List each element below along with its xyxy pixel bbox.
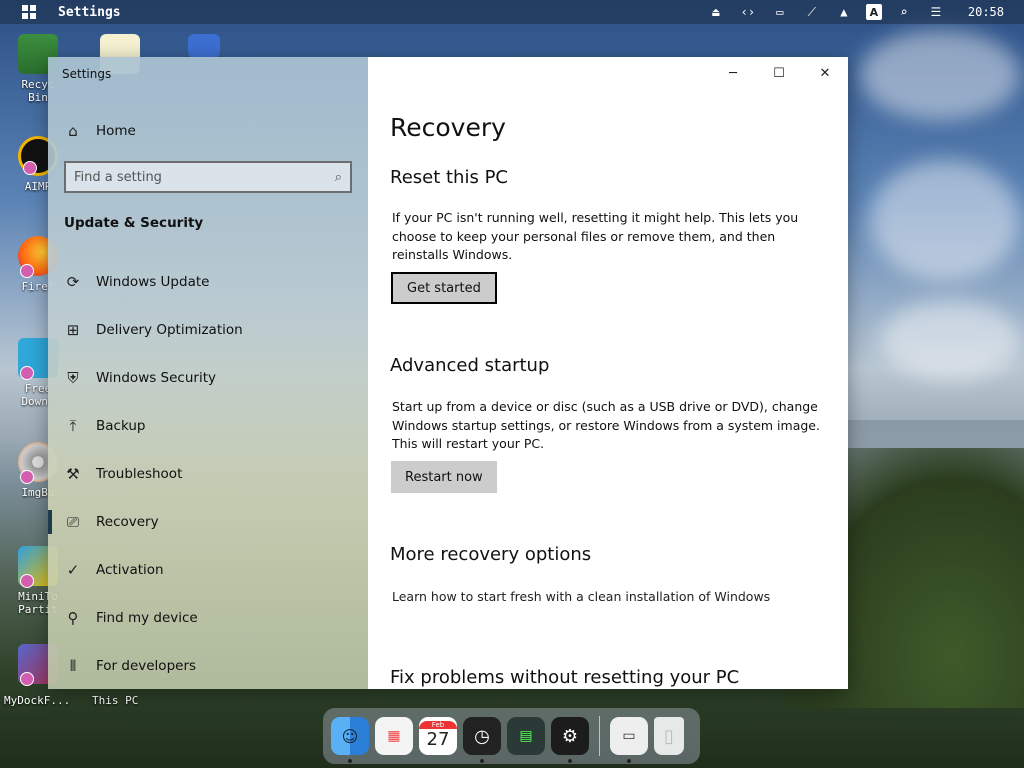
sidebar-item-label: Activation xyxy=(96,562,164,578)
input-language-icon[interactable]: A xyxy=(865,4,882,20)
dock-separator xyxy=(599,716,600,756)
sidebar-item-activation[interactable]: ✓ Activation xyxy=(48,546,368,594)
reset-heading: Reset this PC xyxy=(390,167,508,188)
code-icon[interactable]: ‹› xyxy=(738,4,758,20)
reset-description: If your PC isn't running well, resetting… xyxy=(392,210,799,262)
network-off-icon[interactable]: ⟋ xyxy=(802,4,822,20)
home-icon: ⌂ xyxy=(68,122,78,140)
calendar-day: 27 xyxy=(426,729,450,750)
clean-install-link[interactable]: Learn how to start fresh with a clean in… xyxy=(392,589,770,604)
search-box[interactable]: ⌕ xyxy=(64,161,352,193)
application-icon xyxy=(188,34,220,58)
more-recovery-heading: More recovery options xyxy=(390,544,592,565)
sidebar-item-label: Find my device xyxy=(96,610,198,626)
sidebar-item-backup[interactable]: ⤒ Backup xyxy=(48,402,368,450)
check-circle-icon: ✓ xyxy=(66,561,80,579)
windows-logo-icon[interactable] xyxy=(22,5,36,19)
sidebar-item-label: Windows Update xyxy=(96,274,210,290)
sidebar-item-label: For developers xyxy=(96,658,197,674)
running-indicator xyxy=(627,759,631,763)
settings-icon[interactable]: ⚙ xyxy=(551,717,589,763)
sidebar-item-label: Windows Security xyxy=(96,370,216,386)
calendar-month: Feb xyxy=(419,721,457,729)
sidebar-item-label: Troubleshoot xyxy=(96,466,183,482)
person-locate-icon: ⚲ xyxy=(67,609,79,627)
shield-icon: ⛨ xyxy=(67,369,79,387)
running-indicator xyxy=(568,759,572,763)
search-input[interactable] xyxy=(74,169,335,185)
page-title: Recovery xyxy=(390,113,506,142)
window-icon[interactable]: ▭ xyxy=(610,717,648,763)
toggle-icon[interactable]: ☰ xyxy=(926,4,946,20)
dock: ☺ ▦ Feb 27 ◷ ▤ ⚙ ▭ ▯ xyxy=(323,708,700,764)
shortcut-arrow-icon xyxy=(20,574,34,588)
clock[interactable]: 20:58 xyxy=(968,5,1004,19)
sidebar-item-find-my-device[interactable]: ⚲ Find my device xyxy=(48,594,368,642)
shortcut-arrow-icon xyxy=(20,672,34,686)
sidebar-item-label: Delivery Optimization xyxy=(96,322,243,338)
shortcut-arrow-icon xyxy=(20,470,34,484)
shortcut-arrow-icon xyxy=(20,264,34,278)
upload-icon[interactable]: ▲ xyxy=(834,4,854,20)
search-icon[interactable]: ⌕ xyxy=(335,170,342,185)
shortcut-arrow-icon xyxy=(23,161,37,175)
nav-list: ⟳ Windows Update ⊞ Delivery Optimization… xyxy=(48,258,368,690)
clock-icon[interactable]: ◷ xyxy=(463,717,501,763)
nav-home[interactable]: ⌂ Home xyxy=(64,119,136,143)
desktop-label-this-pc[interactable]: This PC xyxy=(92,694,138,707)
calendar-icon[interactable]: Feb 27 xyxy=(419,717,457,755)
sidebar-item-label: Recovery xyxy=(96,514,159,530)
close-icon[interactable]: ✕ xyxy=(802,57,848,89)
finder-icon[interactable]: ☺ xyxy=(331,717,369,763)
running-indicator xyxy=(480,759,484,763)
settings-sidebar: Settings ⌂ Home ⌕ Update & Security ⟳ Wi… xyxy=(48,57,368,689)
system-tray: ⏏ ‹› ▭ ⟋ ▲ A ⌕ ☰ 20:58 xyxy=(706,0,1004,24)
shortcut-arrow-icon xyxy=(20,366,34,380)
delivery-icon: ⊞ xyxy=(66,321,80,339)
activity-monitor-icon[interactable]: ▤ xyxy=(507,717,545,755)
developer-icon: ⫴ xyxy=(69,657,77,675)
sidebar-item-label: Backup xyxy=(96,418,146,434)
window-title: Settings xyxy=(62,67,112,81)
recovery-icon: ⎚ xyxy=(66,513,79,531)
sidebar-item-windows-update[interactable]: ⟳ Windows Update xyxy=(48,258,368,306)
settings-window: Settings ⌂ Home ⌕ Update & Security ⟳ Wi… xyxy=(48,57,848,689)
wrench-icon: ⚒ xyxy=(66,465,80,483)
search-icon[interactable]: ⌕ xyxy=(894,4,914,20)
fix-problems-heading: Fix problems without resetting your PC xyxy=(390,667,740,688)
top-menubar: Settings ⏏ ‹› ▭ ⟋ ▲ A ⌕ ☰ 20:58 xyxy=(0,0,1024,24)
active-app-title: Settings xyxy=(58,4,121,20)
sidebar-item-windows-security[interactable]: ⛨ Windows Security xyxy=(48,354,368,402)
finder-face-icon: ☺ xyxy=(341,726,359,746)
section-label: Update & Security xyxy=(64,215,204,231)
sidebar-item-troubleshoot[interactable]: ⚒ Troubleshoot xyxy=(48,450,368,498)
sidebar-item-recovery[interactable]: ⎚ Recovery xyxy=(48,498,368,546)
advanced-startup-heading: Advanced startup xyxy=(390,355,550,376)
trash-icon[interactable]: ▯ xyxy=(654,717,684,755)
eject-icon[interactable]: ⏏ xyxy=(706,4,726,20)
monitor-icon[interactable]: ▭ xyxy=(770,4,790,20)
desktop-label-mydock[interactable]: MyDockF... xyxy=(4,694,70,707)
refresh-icon: ⟳ xyxy=(66,273,80,291)
sidebar-item-for-developers[interactable]: ⫴ For developers xyxy=(48,642,368,690)
settings-content: ─ ☐ ✕ Recovery Reset this PC If your PC … xyxy=(368,57,848,689)
upload-arrow-icon: ⤒ xyxy=(69,417,77,435)
restart-now-button[interactable]: Restart now xyxy=(391,461,497,493)
maximize-icon[interactable]: ☐ xyxy=(756,57,802,89)
caption-buttons: ─ ☐ ✕ xyxy=(710,57,848,89)
nav-home-label: Home xyxy=(96,123,136,139)
sidebar-item-delivery-optimization[interactable]: ⊞ Delivery Optimization xyxy=(48,306,368,354)
minimize-icon[interactable]: ─ xyxy=(710,57,756,89)
get-started-button[interactable]: Get started xyxy=(391,272,497,304)
launchpad-icon[interactable]: ▦ xyxy=(375,717,413,755)
running-indicator xyxy=(348,759,352,763)
advanced-startup-description: Start up from a device or disc (such as … xyxy=(392,399,820,451)
